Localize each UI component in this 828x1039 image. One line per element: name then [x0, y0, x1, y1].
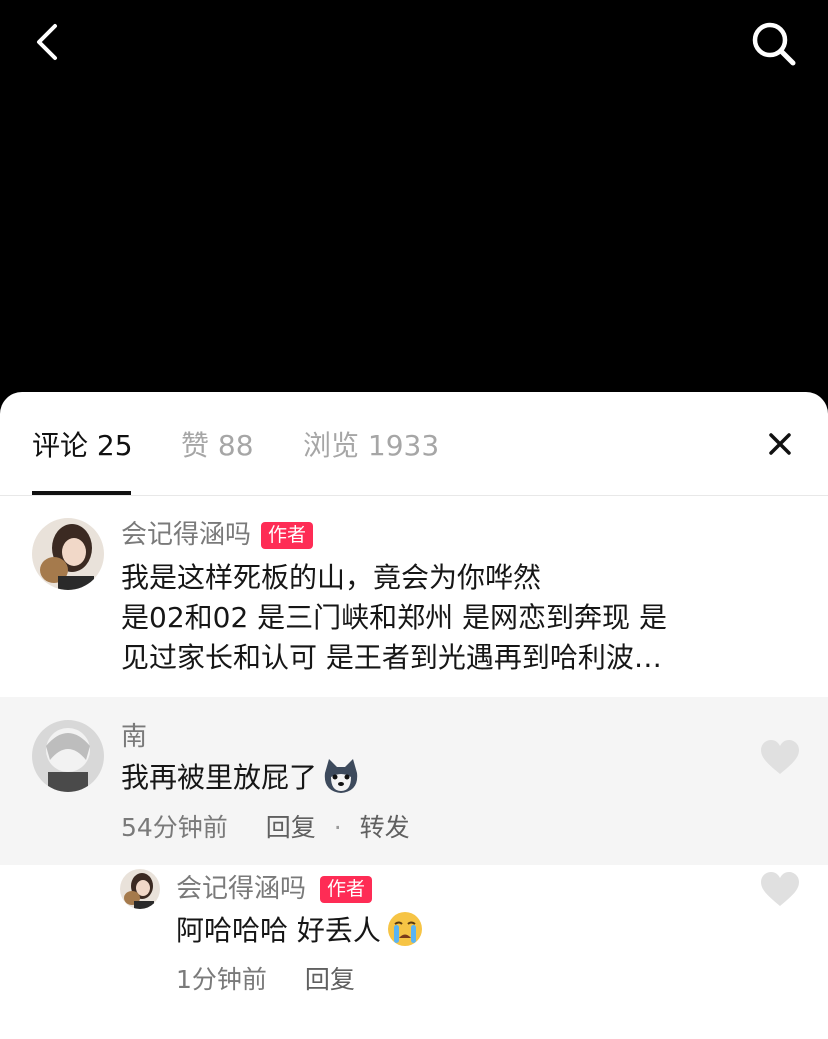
reply-button[interactable]: 回复 [266, 813, 316, 842]
search-button[interactable] [748, 18, 800, 70]
comment-text-line: 我是这样死板的山，竟会为你哗然 [121, 561, 542, 594]
comment-meta: 1分钟前 回复 [176, 964, 355, 996]
comment-text-line: 见过家长和认可 是王者到光遇再到哈利波… [121, 641, 662, 674]
comment-username[interactable]: 南 [121, 721, 147, 753]
comment-sheet: 评论 25 赞 88 浏览 1933 会记得涵吗 作者 我是这样死板的山，竟会为… [0, 392, 828, 1039]
comment-time: 1分钟前 [176, 965, 267, 994]
tab-views[interactable]: 浏览 1933 [303, 428, 439, 464]
comment-username[interactable]: 会记得涵吗 [176, 873, 306, 905]
comment-text-line: 是02和02 是三门峡和郑州 是网恋到奔现 是 [121, 601, 667, 634]
like-button[interactable] [760, 872, 800, 908]
comment-time: 54分钟前 [121, 813, 228, 842]
crying-face-emoji [385, 910, 425, 959]
like-button[interactable] [760, 740, 800, 776]
comment-body: 阿哈哈哈 好丢人 [176, 914, 381, 947]
comment-text: 我再被里放屁了 [121, 757, 361, 806]
chevron-left-icon [37, 24, 57, 60]
tab-comments[interactable]: 评论 25 [32, 428, 133, 464]
comment-username[interactable]: 会记得涵吗 [121, 519, 251, 551]
comment-meta: 54分钟前 回复 · 转发 [121, 812, 410, 844]
author-badge: 作者 [261, 522, 314, 549]
avatar[interactable] [120, 869, 160, 909]
heart-icon [761, 740, 799, 774]
tab-bar: 评论 25 赞 88 浏览 1933 [0, 392, 828, 496]
comment-body: 我再被里放屁了 [121, 761, 318, 794]
husky-emoji [321, 757, 361, 806]
avatar[interactable] [32, 518, 104, 590]
separator: · [333, 813, 342, 842]
reply-button[interactable]: 回复 [305, 965, 355, 994]
close-icon [769, 433, 791, 455]
active-tab-indicator [32, 491, 131, 495]
author-badge: 作者 [320, 876, 373, 903]
avatar[interactable] [32, 720, 104, 792]
heart-icon [761, 872, 799, 906]
close-button[interactable] [762, 426, 798, 462]
share-button[interactable]: 转发 [360, 813, 410, 842]
top-bar [0, 0, 828, 392]
back-button[interactable] [28, 20, 72, 64]
search-icon [752, 22, 796, 66]
tab-likes[interactable]: 赞 88 [181, 428, 254, 464]
comment-text: 阿哈哈哈 好丢人 [176, 910, 425, 959]
